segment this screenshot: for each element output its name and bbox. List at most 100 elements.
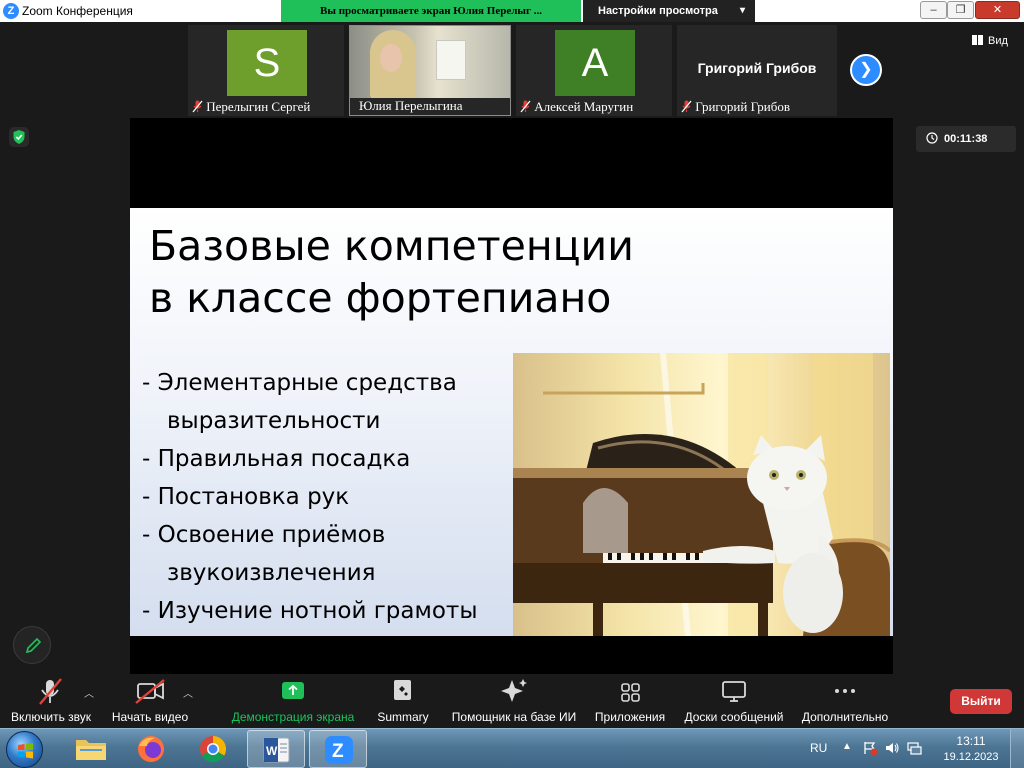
participant-display-name: Григорий Грибов [697, 60, 817, 76]
apps-button[interactable]: Приложения [590, 674, 670, 728]
unmute-button[interactable]: Включить звук [5, 674, 97, 728]
show-desktop-button[interactable] [1010, 729, 1024, 768]
participant-name: Перелыгин Сергей [206, 99, 311, 114]
network-icon[interactable] [906, 740, 922, 756]
view-options-label: Настройки просмотра [598, 5, 718, 17]
slide-bullet: - Постановка рук [142, 484, 350, 510]
clock-date[interactable]: 19.12.2023 [940, 751, 1002, 763]
close-button[interactable]: ✕ [975, 1, 1020, 19]
mic-muted-icon [192, 100, 203, 113]
slide-bullet: - Изучение нотной грамоты [142, 598, 478, 624]
camera-off-icon [135, 679, 165, 704]
more-button[interactable]: Дополнительно [796, 674, 894, 728]
slide-title-line: Базовые компетенции [149, 222, 634, 270]
leave-meeting-button[interactable]: Выйти [950, 689, 1012, 714]
cat-piano-illustration [513, 353, 890, 636]
start-video-button[interactable]: Начать видео [108, 674, 192, 728]
slide-bullet-continuation: звукоизвлечения [167, 560, 376, 586]
participant-name: Алексей Маругин [534, 99, 634, 114]
windows-logo-icon [18, 743, 33, 759]
video-face [380, 44, 402, 72]
title-bar: Z Zoom Конференция Вы просматриваете экр… [0, 0, 1024, 22]
participant-name-row: Григорий Грибов [677, 98, 837, 116]
slide-title: Базовые компетенции в классе фортепиано [149, 220, 634, 324]
security-shield-button[interactable] [9, 127, 29, 147]
meeting-timer[interactable]: 00:11:38 [916, 126, 1016, 152]
chevron-down-icon: ▾ [739, 5, 745, 16]
participant-name-row: Алексей Маругин [516, 98, 672, 116]
chevron-up-icon[interactable]: ︿ [84, 685, 94, 700]
taskbar-chrome[interactable] [184, 730, 242, 768]
participant-tile[interactable]: A Алексей Маругин [516, 25, 672, 116]
annotate-button[interactable] [13, 626, 51, 664]
next-participants-button[interactable]: ❯ [850, 54, 882, 86]
participant-name-row: Юлия Перелыгина [350, 97, 510, 115]
taskbar-word[interactable]: W [247, 730, 305, 768]
volume-icon[interactable] [884, 740, 900, 756]
participant-tile[interactable]: Григорий Грибов Григорий Грибов [677, 25, 837, 116]
firefox-icon [138, 736, 164, 762]
folder-icon [76, 740, 106, 760]
start-button[interactable] [6, 731, 43, 768]
summary-label: Summary [377, 710, 429, 724]
ai-companion-button[interactable]: Помощник на базе ИИ [446, 674, 582, 728]
mic-muted-icon [681, 100, 692, 113]
meeting-toolbar: Включить звук ︿ Начать видео ︿ Демонстра… [0, 674, 1024, 728]
slide-bullet: - Правильная посадка [142, 446, 411, 472]
clock-time[interactable]: 13:11 [947, 734, 995, 748]
presentation-slide: Базовые компетенции в классе фортепиано … [130, 208, 893, 636]
taskbar-explorer[interactable] [62, 730, 120, 768]
windows-taskbar: W Z RU ▲ 13:11 19.12.2023 [0, 728, 1024, 768]
keyboard-language[interactable]: RU [810, 741, 827, 755]
mic-muted-icon [520, 100, 531, 113]
taskbar-firefox[interactable] [122, 730, 180, 768]
ai-companion-label: Помощник на базе ИИ [451, 710, 577, 724]
apps-icon [621, 683, 640, 702]
more-dots-icon [835, 689, 855, 693]
start-video-label: Начать видео [111, 710, 189, 724]
slide-bullet: - Элементарные средства [142, 370, 457, 396]
taskbar-zoom[interactable]: Z [309, 730, 367, 768]
minimize-button[interactable]: – [920, 1, 947, 19]
maximize-button[interactable]: ❐ [947, 1, 974, 19]
participant-name: Григорий Грибов [695, 99, 790, 114]
video-sheet-music [436, 40, 466, 80]
share-screen-label: Демонстрация экрана [231, 710, 355, 724]
slide-bullet-list: - Элементарные средства выразительности … [142, 364, 477, 630]
participant-tile[interactable]: S Перелыгин Сергей [188, 25, 344, 116]
pencil-icon [25, 637, 42, 654]
participant-tile-active-speaker[interactable]: Юлия Перелыгина [349, 25, 511, 116]
slide-bullet-continuation: выразительности [167, 408, 381, 434]
whiteboards-button[interactable]: Доски сообщений [680, 674, 788, 728]
view-options-dropdown[interactable]: Настройки просмотра ▾ [583, 0, 755, 22]
unmute-label: Включить звук [10, 710, 92, 724]
slide-bullet: - Освоение приёмов [142, 522, 386, 548]
avatar: A [555, 30, 635, 96]
chevron-right-icon: ❯ [859, 61, 873, 78]
slide-title-line: в классе фортепиано [149, 274, 612, 322]
window-title: Zoom Конференция [22, 4, 133, 18]
chevron-up-icon[interactable]: ︿ [183, 685, 193, 700]
participant-video [350, 26, 510, 98]
cat-piano-photo [513, 353, 890, 636]
summary-icon [394, 680, 411, 700]
more-label: Дополнительно [801, 710, 889, 724]
tray-expand-icon[interactable]: ▲ [842, 741, 852, 752]
grid-view-icon [972, 35, 983, 45]
whiteboards-label: Доски сообщений [684, 710, 784, 724]
participant-name-row: Перелыгин Сергей [188, 98, 344, 116]
view-button[interactable]: Вид [972, 35, 1008, 47]
svg-text:Z: Z [332, 741, 344, 762]
summary-button[interactable]: Summary [370, 674, 436, 728]
word-icon: W [263, 737, 290, 763]
avatar: S [227, 30, 307, 96]
shield-icon [13, 130, 25, 144]
zoom-app-icon: Z [325, 736, 353, 764]
chrome-icon [200, 735, 227, 763]
flag-alert-icon[interactable] [862, 740, 878, 756]
share-screen-icon [282, 682, 304, 699]
share-banner: Вы просматриваете экран Юлия Перелыг ... [281, 0, 581, 22]
shared-screen: Базовые компетенции в классе фортепиано … [130, 118, 893, 674]
clock-icon [926, 132, 938, 144]
share-screen-button[interactable]: Демонстрация экрана [228, 674, 358, 728]
